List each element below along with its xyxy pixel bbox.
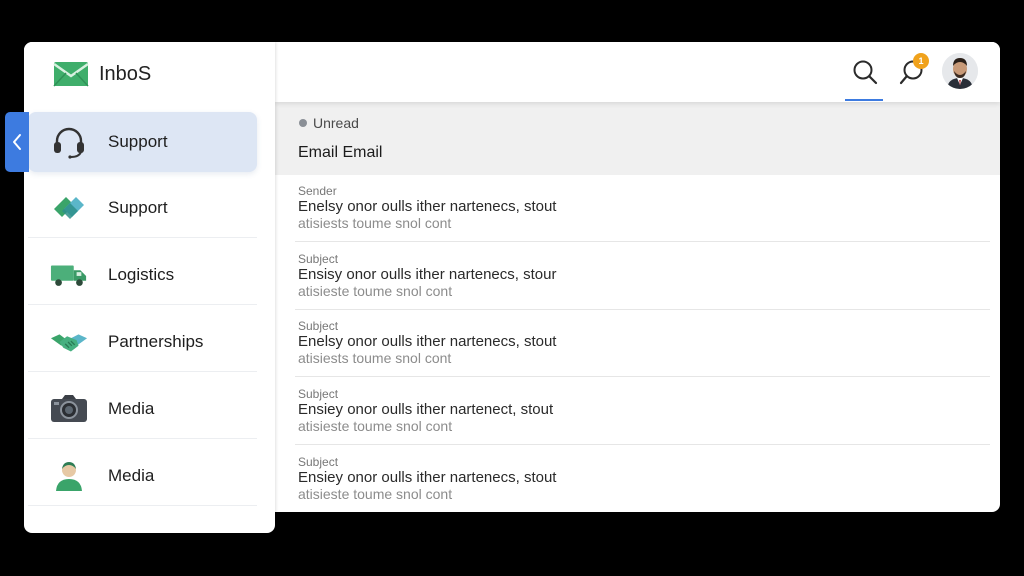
email-preview: atisiests toume snol cont	[298, 215, 452, 231]
row-divider	[295, 241, 990, 242]
email-row[interactable]: Subject Enelsy onor oulls ither nartenec…	[275, 310, 1000, 377]
email-summary: Ensisy onor oulls ither nartenecs, stour	[298, 266, 557, 283]
sidebar-item-media[interactable]: Media	[28, 379, 257, 439]
email-summary: Ensiey onor oulls ither nartenect, stout	[298, 401, 554, 418]
collapse-sidebar-button[interactable]	[5, 112, 29, 172]
search-button[interactable]	[849, 56, 881, 88]
list-title: Email Email	[298, 144, 383, 161]
email-summary: Enelsy onor oulls ither nartenecs, stout	[298, 333, 557, 350]
camera-icon	[50, 392, 88, 426]
email-summary: Enelsy onor oulls ither nartenecs, stout	[298, 198, 557, 215]
email-preview: atisiests toume snol cont	[298, 350, 452, 366]
sidebar-item-media-2[interactable]: Media	[28, 446, 257, 506]
user-avatar-icon	[942, 53, 978, 89]
sidebar-item-label: Support	[108, 197, 168, 217]
search-active-indicator	[845, 99, 883, 101]
row-divider	[295, 376, 990, 377]
sidebar-item-support[interactable]: Support	[28, 112, 257, 172]
chevron-left-icon	[13, 134, 21, 150]
email-row[interactable]: Subject Ensiey onor oulls ither nartenec…	[275, 446, 1000, 512]
brand[interactable]: InboS	[53, 59, 151, 89]
app-name: InboS	[99, 62, 152, 85]
avatar[interactable]	[942, 53, 978, 89]
sidebar: InboS Support Support Logistics Partners…	[24, 42, 275, 533]
email-row[interactable]: Subject Ensiey onor oulls ither nartenec…	[275, 378, 1000, 445]
sidebar-item-support-2[interactable]: Support	[28, 178, 257, 238]
sidebar-item-label: Support	[108, 132, 168, 151]
email-row[interactable]: Subject Ensisy onor oulls ither nartenec…	[275, 243, 1000, 310]
email-field-label: Sender	[298, 184, 337, 198]
sidebar-item-label: Partnerships	[108, 331, 204, 351]
handshake-icon	[50, 325, 88, 359]
unread-filter[interactable]: Unread	[313, 115, 359, 131]
sidebar-item-partnerships[interactable]: Partnerships	[28, 312, 257, 372]
sidebar-item-label: Logistics	[108, 264, 175, 284]
email-field-label: Subject	[298, 319, 339, 333]
email-row[interactable]: Sender Enelsy onor oulls ither nartenecs…	[275, 175, 1000, 242]
sidebar-item-label: Media	[108, 398, 155, 418]
person-icon	[50, 459, 88, 493]
email-preview: atisieste toume snol cont	[298, 486, 453, 502]
sidebar-item-label: Media	[108, 465, 155, 485]
email-preview: atisieste toume snol cont	[298, 418, 453, 434]
email-summary: Ensiey onor oulls ither nartenecs, stout	[298, 469, 557, 486]
search-icon	[853, 60, 878, 85]
envelope-icon	[53, 62, 89, 87]
top-bar: 1	[275, 42, 1000, 102]
list-header: Unread Email Email	[275, 102, 1000, 175]
notification-badge: 1	[913, 53, 929, 69]
email-field-label: Subject	[298, 252, 339, 266]
email-field-label: Subject	[298, 387, 339, 401]
row-divider	[295, 444, 990, 445]
email-list: Unread Email Email Sender Enelsy onor ou…	[275, 102, 1000, 512]
headset-icon	[50, 125, 88, 159]
sidebar-item-logistics[interactable]: Logistics	[28, 245, 257, 305]
handshake-diamond-icon	[50, 191, 88, 225]
unread-dot-icon	[299, 119, 307, 127]
truck-icon	[50, 258, 88, 292]
email-preview: atisieste toume snol cont	[298, 283, 453, 299]
email-field-label: Subject	[298, 455, 339, 469]
